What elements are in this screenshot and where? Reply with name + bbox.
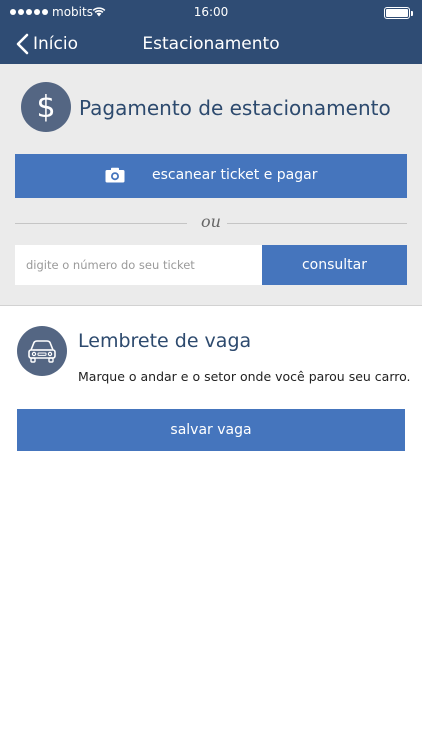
status-bar: mobits 16:00: [0, 0, 422, 26]
or-divider: ou: [15, 212, 407, 234]
consult-button[interactable]: consultar: [262, 245, 407, 285]
divider-line-right: [227, 223, 407, 224]
page-title: Estacionamento: [142, 34, 280, 54]
parking-reminder-section: Lembrete de vaga Marque o andar e o seto…: [0, 307, 422, 750]
battery-icon: [384, 7, 413, 19]
save-spot-button[interactable]: salvar vaga: [17, 409, 405, 451]
dollar-icon: $: [21, 82, 71, 132]
parking-payment-section: $ Pagamento de estacionamento escanear t…: [0, 64, 422, 306]
ticket-number-input[interactable]: [15, 245, 262, 285]
navigation-header: mobits 16:00 Início Estacionamento: [0, 0, 422, 64]
car-icon: [17, 326, 67, 376]
clock: 16:00: [193, 5, 229, 19]
scan-ticket-label: escanear ticket e pagar: [152, 167, 318, 183]
or-label: ou: [201, 212, 221, 231]
reminder-title: Lembrete de vaga: [78, 330, 252, 352]
reminder-description: Marque o andar e o setor onde você parou…: [78, 369, 411, 384]
camera-icon: [105, 167, 125, 187]
payment-title: Pagamento de estacionamento: [79, 96, 391, 120]
divider-line-left: [15, 223, 187, 224]
scan-ticket-button[interactable]: escanear ticket e pagar: [15, 154, 407, 198]
